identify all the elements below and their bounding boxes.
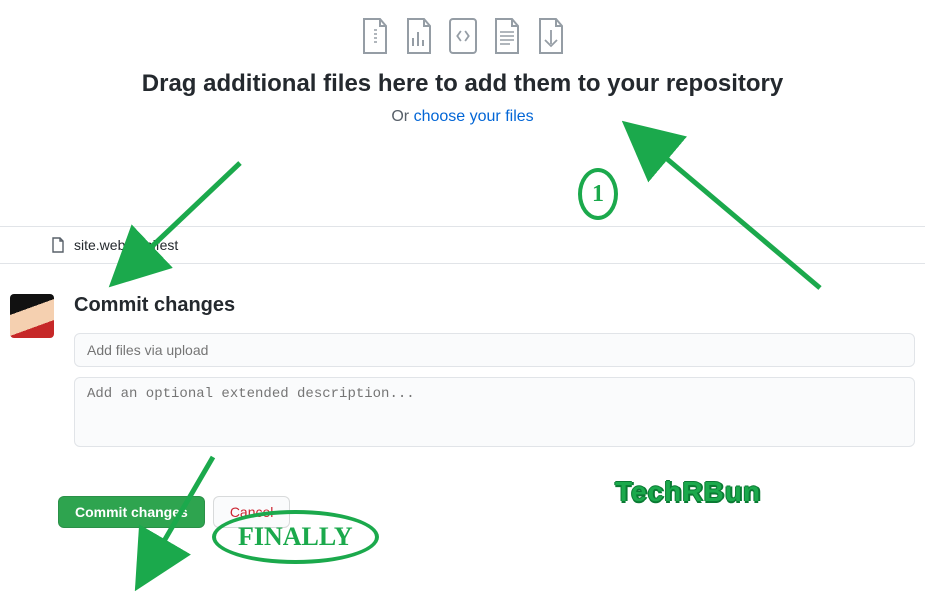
commit-section: Commit changes bbox=[0, 294, 925, 452]
file-type-icons-row bbox=[0, 18, 925, 54]
dropzone-subtext: Or choose your files bbox=[0, 108, 925, 126]
uploaded-files-list: site.webmanifest bbox=[0, 226, 925, 264]
pdf-file-icon bbox=[537, 18, 565, 54]
zip-icon bbox=[361, 18, 389, 54]
cancel-button[interactable]: Cancel bbox=[213, 496, 291, 528]
chart-file-icon bbox=[405, 18, 433, 54]
code-file-icon bbox=[449, 18, 477, 54]
file-name: site.webmanifest bbox=[74, 237, 178, 253]
file-icon bbox=[50, 237, 66, 253]
commit-changes-button[interactable]: Commit changes bbox=[58, 496, 205, 528]
commit-button-row: Commit changes Cancel bbox=[58, 496, 925, 528]
commit-section-title: Commit changes bbox=[74, 294, 915, 317]
file-row: site.webmanifest bbox=[0, 227, 925, 263]
commit-description-input[interactable] bbox=[74, 377, 915, 447]
annotation-step-1-circle: 1 bbox=[578, 168, 618, 220]
dropzone-heading: Drag additional files here to add them t… bbox=[0, 70, 925, 98]
choose-files-link[interactable]: choose your files bbox=[414, 108, 534, 125]
or-prefix: Or bbox=[391, 108, 413, 125]
commit-summary-input[interactable] bbox=[74, 333, 915, 367]
text-file-icon bbox=[493, 18, 521, 54]
avatar bbox=[10, 294, 54, 338]
